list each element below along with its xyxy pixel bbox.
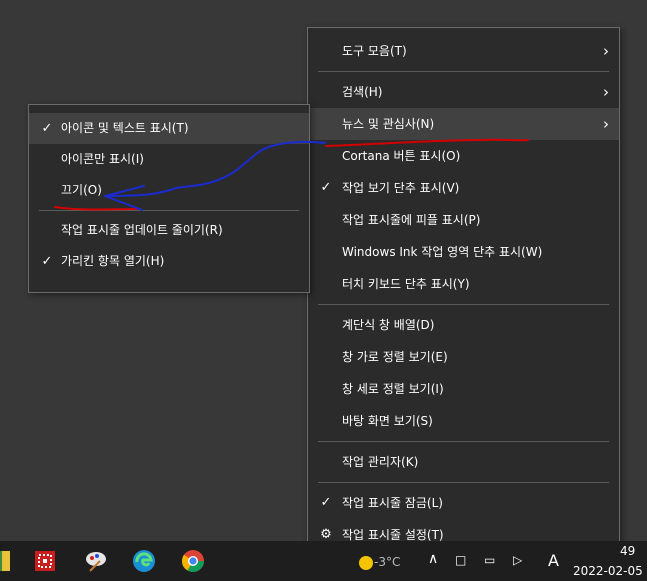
- menu-item-label: 작업 표시줄 업데이트 줄이기(R): [61, 223, 223, 237]
- menu-item-show-desktop[interactable]: 바탕 화면 보기(S): [308, 405, 619, 437]
- menu-item-task-manager[interactable]: 작업 관리자(K): [308, 446, 619, 478]
- menu-item-lock-taskbar[interactable]: ✓ 작업 표시줄 잠금(L): [308, 487, 619, 519]
- submenu-item-open-on-hover[interactable]: ✓ 가리킨 항목 열기(H): [29, 246, 309, 277]
- menu-item-cortana-button[interactable]: Cortana 버튼 표시(O): [308, 140, 619, 172]
- submenu-item-icon-and-text[interactable]: ✓ 아이콘 및 텍스트 표시(T): [29, 113, 309, 144]
- menu-item-label: Windows Ink 작업 영역 단추 표시(W): [342, 245, 543, 259]
- menu-item-label: 작업 관리자(K): [342, 455, 419, 469]
- menu-item-toolbars[interactable]: 도구 모음(T) ›: [308, 35, 619, 67]
- menu-item-side-by-side[interactable]: 창 세로 정렬 보기(I): [308, 373, 619, 405]
- file-icon[interactable]: [0, 549, 14, 573]
- menu-item-label: 아이콘 및 텍스트 표시(T): [61, 121, 189, 135]
- news-and-interests-submenu: ✓ 아이콘 및 텍스트 표시(T) 아이콘만 표시(I) 끄기(O) 작업 표시…: [28, 104, 310, 293]
- menu-item-touch-keyboard[interactable]: 터치 키보드 단추 표시(Y): [308, 268, 619, 300]
- checkmark-icon: ✓: [41, 121, 53, 136]
- menu-item-label: 가리킨 항목 열기(H): [61, 254, 165, 268]
- chevron-right-icon: ›: [603, 115, 609, 133]
- menu-item-label: 작업 표시줄 잠금(L): [342, 496, 443, 510]
- menu-item-label: 뉴스 및 관심사(N): [342, 117, 435, 131]
- menu-item-label: 터치 키보드 단추 표시(Y): [342, 277, 470, 291]
- menu-item-label: 작업 표시줄 설정(T): [342, 528, 444, 542]
- checkmark-icon: ✓: [320, 495, 332, 510]
- menu-separator: [318, 304, 609, 305]
- clock-date[interactable]: 2022-02-05: [573, 564, 643, 578]
- menu-item-label: 창 가로 정렬 보기(E): [342, 350, 448, 364]
- chevron-right-icon: ›: [603, 42, 609, 60]
- menu-separator: [318, 482, 609, 483]
- menu-item-label: 도구 모음(T): [342, 44, 407, 58]
- menu-separator: [318, 441, 609, 442]
- chrome-icon[interactable]: [181, 549, 205, 573]
- clock-time[interactable]: 49: [620, 544, 635, 558]
- submenu-item-icon-only[interactable]: 아이콘만 표시(I): [29, 144, 309, 175]
- menu-item-label: Cortana 버튼 표시(O): [342, 149, 461, 163]
- menu-item-windows-ink[interactable]: Windows Ink 작업 영역 단추 표시(W): [308, 236, 619, 268]
- menu-item-label: 작업 표시줄에 피플 표시(P): [342, 213, 481, 227]
- submenu-item-turn-off[interactable]: 끄기(O): [29, 175, 309, 206]
- menu-item-people[interactable]: 작업 표시줄에 피플 표시(P): [308, 204, 619, 236]
- chevron-up-icon[interactable]: ∧: [428, 551, 438, 567]
- menu-item-label: 끄기(O): [61, 183, 102, 197]
- checkmark-icon: ✓: [320, 180, 332, 195]
- menu-item-search[interactable]: 검색(H) ›: [308, 76, 619, 108]
- menu-item-cascade-windows[interactable]: 계단식 창 배열(D): [308, 309, 619, 341]
- menu-item-label: 검색(H): [342, 85, 383, 99]
- menu-item-label: 작업 보기 단추 표시(V): [342, 181, 460, 195]
- weather-sun-icon[interactable]: [356, 551, 376, 571]
- checkmark-icon: ✓: [41, 254, 53, 269]
- taskbar: -3°C ∧ □ ▭ ▷ A 49 2022-02-05: [0, 541, 647, 581]
- ime-indicator[interactable]: A: [548, 551, 559, 570]
- battery-icon[interactable]: ▭: [484, 553, 495, 567]
- menu-item-label: 바탕 화면 보기(S): [342, 414, 433, 428]
- weather-temperature[interactable]: -3°C: [374, 555, 400, 569]
- menu-separator: [39, 210, 299, 211]
- menu-item-label: 계단식 창 배열(D): [342, 318, 435, 332]
- menu-item-label: 아이콘만 표시(I): [61, 152, 144, 166]
- paint-app-icon[interactable]: [84, 549, 108, 573]
- menu-item-news-and-interests[interactable]: 뉴스 및 관심사(N) ›: [308, 108, 619, 140]
- menu-item-task-view-button[interactable]: ✓ 작업 보기 단추 표시(V): [308, 172, 619, 204]
- submenu-item-reduce-updates[interactable]: 작업 표시줄 업데이트 줄이기(R): [29, 215, 309, 246]
- menu-item-label: 창 세로 정렬 보기(I): [342, 382, 444, 396]
- taskbar-context-menu: 도구 모음(T) › 검색(H) › 뉴스 및 관심사(N) › Cortana…: [307, 27, 620, 555]
- network-icon[interactable]: □: [455, 553, 466, 567]
- red-app-icon[interactable]: [33, 549, 57, 573]
- menu-item-stack-windows[interactable]: 창 가로 정렬 보기(E): [308, 341, 619, 373]
- menu-separator: [318, 71, 609, 72]
- edge-icon[interactable]: [132, 549, 156, 573]
- chevron-right-icon: ›: [603, 83, 609, 101]
- volume-icon[interactable]: ▷: [513, 553, 522, 567]
